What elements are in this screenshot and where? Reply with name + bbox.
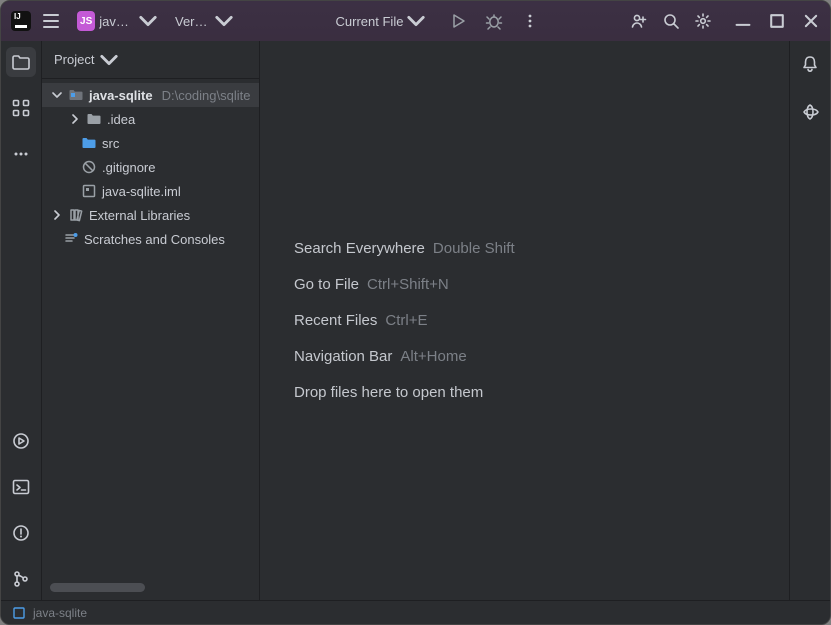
project-name: java-...	[99, 14, 135, 29]
module-file-icon	[81, 183, 97, 199]
editor-area[interactable]: Search EverywhereDouble Shift Go to File…	[260, 41, 789, 600]
hint-drop-files: Drop files here to open them	[294, 375, 789, 411]
folder-icon	[86, 111, 102, 127]
close-button[interactable]	[802, 12, 820, 30]
more-tools-button[interactable]	[6, 139, 36, 169]
hint-go-to-file[interactable]: Go to FileCtrl+Shift+N	[294, 267, 789, 303]
hint-recent-files[interactable]: Recent FilesCtrl+E	[294, 303, 789, 339]
right-tool-stripe	[789, 41, 830, 600]
run-button[interactable]	[449, 12, 467, 30]
terminal-tool-button[interactable]	[6, 472, 36, 502]
project-tree[interactable]: java-sqlite D:\coding\sqlite .idea src	[42, 79, 259, 600]
tree-item-label: .idea	[107, 112, 135, 127]
language-chip: JS	[77, 11, 95, 31]
tree-item-idea[interactable]: .idea	[42, 107, 259, 131]
chevron-down-icon	[215, 12, 233, 30]
source-folder-icon	[81, 135, 97, 151]
tree-root[interactable]: java-sqlite D:\coding\sqlite	[42, 83, 259, 107]
tree-item-src[interactable]: src	[42, 131, 259, 155]
more-actions-button[interactable]	[521, 12, 539, 30]
horizontal-scrollbar[interactable]	[50, 583, 145, 592]
minimize-button[interactable]	[734, 12, 752, 30]
search-button[interactable]	[662, 12, 680, 30]
project-panel-header[interactable]: Project	[42, 41, 259, 79]
chevron-down-icon	[407, 12, 425, 30]
settings-button[interactable]	[694, 12, 712, 30]
vcs-label: Versi...	[175, 14, 211, 29]
status-bar: java-sqlite	[1, 600, 830, 624]
tree-item-external-libraries[interactable]: External Libraries	[42, 203, 259, 227]
tree-item-scratches[interactable]: Scratches and Consoles	[42, 227, 259, 251]
tree-item-label: External Libraries	[89, 208, 190, 223]
app-logo[interactable]	[11, 11, 31, 31]
left-tool-stripe	[1, 41, 42, 600]
project-panel: Project java-sqlite D:\coding\sqlite	[42, 41, 260, 600]
ai-assistant-button[interactable]	[795, 97, 825, 127]
maximize-button[interactable]	[768, 12, 786, 30]
tree-item-iml[interactable]: java-sqlite.iml	[42, 179, 259, 203]
gitignore-icon	[81, 159, 97, 175]
problems-tool-button[interactable]	[6, 518, 36, 548]
status-module-label[interactable]: java-sqlite	[33, 606, 87, 620]
ide-window: JS java-... Versi... Current File	[0, 0, 831, 625]
structure-tool-button[interactable]	[6, 93, 36, 123]
debug-button[interactable]	[485, 12, 503, 30]
notifications-button[interactable]	[795, 49, 825, 79]
project-tool-button[interactable]	[6, 47, 36, 77]
scratches-icon	[63, 231, 79, 247]
tree-item-label: java-sqlite.iml	[102, 184, 181, 199]
tree-item-label: .gitignore	[102, 160, 155, 175]
ide-body: Project java-sqlite D:\coding\sqlite	[1, 41, 830, 600]
vcs-tool-button[interactable]	[6, 564, 36, 594]
run-config-label: Current File	[336, 14, 404, 29]
vcs-selector[interactable]: Versi...	[169, 8, 239, 34]
chevron-down-icon	[139, 12, 157, 30]
chevron-down-icon	[100, 51, 118, 69]
tree-item-label: src	[102, 136, 119, 151]
hint-navigation-bar[interactable]: Navigation BarAlt+Home	[294, 339, 789, 375]
run-config-selector[interactable]: Current File	[330, 8, 432, 34]
tree-root-label: java-sqlite	[89, 88, 153, 103]
chevron-right-icon[interactable]	[51, 209, 63, 221]
tree-item-label: Scratches and Consoles	[84, 232, 225, 247]
module-icon	[68, 87, 84, 103]
project-panel-title: Project	[54, 52, 94, 67]
tree-root-path: D:\coding\sqlite	[162, 88, 251, 103]
chevron-down-icon[interactable]	[51, 89, 63, 101]
chevron-right-icon[interactable]	[69, 113, 81, 125]
titlebar: JS java-... Versi... Current File	[1, 1, 830, 41]
project-selector[interactable]: JS java-...	[71, 7, 163, 35]
services-tool-button[interactable]	[6, 426, 36, 456]
main-menu-button[interactable]	[37, 10, 65, 32]
library-icon	[68, 207, 84, 223]
welcome-hints: Search EverywhereDouble Shift Go to File…	[260, 231, 789, 411]
hint-search-everywhere[interactable]: Search EverywhereDouble Shift	[294, 231, 789, 267]
tree-item-gitignore[interactable]: .gitignore	[42, 155, 259, 179]
module-icon	[11, 605, 27, 621]
code-with-me-button[interactable]	[630, 12, 648, 30]
